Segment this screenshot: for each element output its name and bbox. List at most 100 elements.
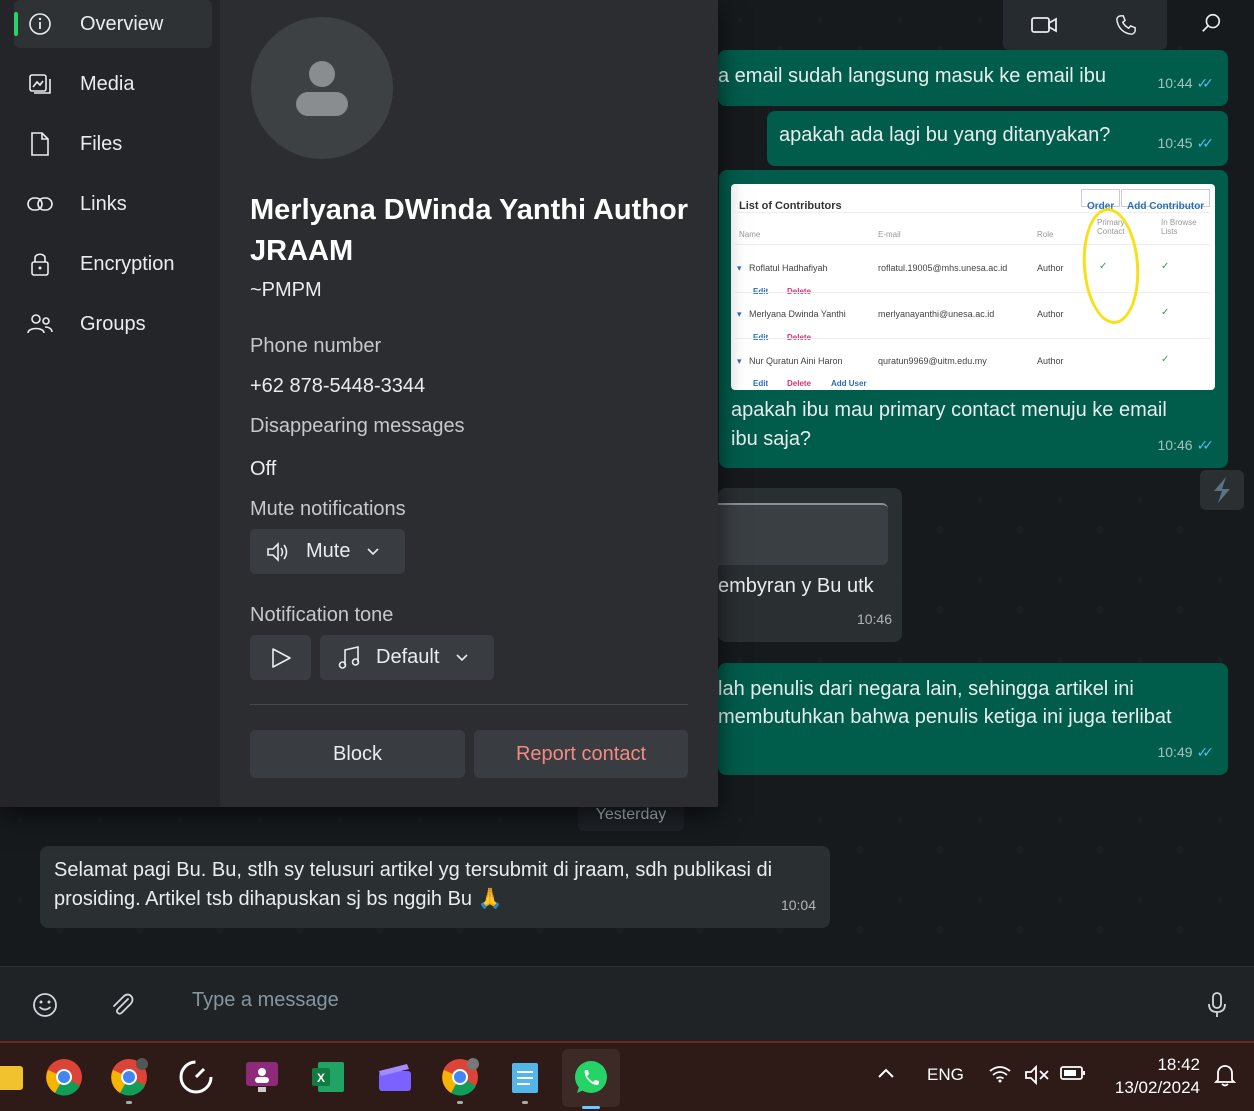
check-icon: ✓ (1161, 307, 1170, 318)
report-contact-button[interactable]: Report contact (474, 730, 688, 778)
message-bubble[interactable]: apakah ada lagi bu yang ditanyakan? 10:4… (767, 111, 1228, 166)
nav-item-files[interactable]: Files (14, 120, 212, 168)
nav-label: Encryption (80, 252, 175, 275)
volume-button[interactable] (1024, 1064, 1050, 1090)
table-cell: Author (1037, 263, 1064, 273)
video-camera-icon (1031, 17, 1057, 33)
contact-info-nav: Overview Media Files Links Encryption Gr… (0, 0, 220, 807)
speaker-icon (267, 541, 288, 562)
message-time: 10:04 (780, 897, 816, 913)
taskbar-app-meeting[interactable] (240, 1055, 284, 1099)
speaker-muted-icon (1025, 1064, 1049, 1086)
emoji-icon (33, 993, 57, 1017)
message-text: lah penulis dari negara lain, sehingga a… (718, 678, 1134, 700)
show-hidden-icons-button[interactable] (877, 1065, 895, 1085)
taskbar-app-speedtest[interactable] (174, 1055, 218, 1099)
taskbar-app-excel[interactable]: X (306, 1055, 350, 1099)
lock-icon (31, 253, 49, 276)
wifi-button[interactable] (988, 1065, 1012, 1088)
message-bubble[interactable]: lah penulis dari negara lain, sehingga a… (718, 663, 1228, 775)
table-cell: quratun9969@uitm.edu.my (878, 356, 987, 366)
message-time: 10:44 ✓✓ (1157, 69, 1214, 98)
nav-item-media[interactable]: Media (14, 60, 212, 108)
voice-call-button[interactable] (1085, 0, 1167, 50)
push-name: ~PMPM (250, 279, 322, 301)
phone-label: Phone number (250, 335, 382, 357)
tone-label: Notification tone (250, 604, 394, 626)
disappearing-value[interactable]: Off (250, 458, 276, 481)
search-button[interactable] (1186, 0, 1236, 46)
battery-icon (1060, 1066, 1085, 1080)
microphone-icon (1208, 992, 1226, 1017)
link-icon (27, 197, 53, 211)
default-avatar-icon (296, 61, 348, 116)
attach-button[interactable] (104, 987, 140, 1023)
table-cell: roflatul.19005@mhs.unesa.ac.id (878, 263, 1008, 273)
notifications-button[interactable] (1213, 1063, 1237, 1092)
check-icon: ✓ (1161, 354, 1170, 365)
file-icon (31, 132, 49, 156)
mute-value: Mute (306, 540, 351, 562)
bell-icon (1213, 1065, 1237, 1087)
add-contributor-button: Add Contributor (1121, 189, 1211, 212)
voice-message-button[interactable] (1199, 987, 1235, 1023)
forward-button[interactable] (1200, 470, 1244, 510)
phone-number[interactable]: +62 878-5448-3344 (250, 375, 425, 398)
contributors-screenshot[interactable]: List of Contributors Order Add Contribut… (731, 184, 1215, 390)
compose-bar: Type a message (0, 966, 1254, 1041)
message-bubble[interactable]: a email sudah langsung masuk ke email ib… (718, 50, 1228, 106)
taskbar-app-whatsapp[interactable] (562, 1049, 620, 1109)
nav-item-encryption[interactable]: Encryption (14, 240, 212, 288)
read-ticks-icon: ✓✓ (1196, 135, 1215, 151)
message-time: 10:45 ✓✓ (1157, 129, 1214, 158)
nav-item-groups[interactable]: Groups (14, 300, 212, 348)
message-bubble[interactable]: embyran y Bu utk 10:46 (718, 488, 902, 642)
battery-button[interactable] (1060, 1065, 1086, 1086)
mute-dropdown[interactable]: Mute (250, 529, 405, 574)
link-preview[interactable] (718, 503, 888, 565)
notepad-icon (512, 1063, 538, 1093)
media-icon (29, 74, 51, 94)
folder-icon (0, 1066, 23, 1090)
taskbar-app-file-explorer[interactable] (0, 1055, 30, 1099)
contact-info-panel: Overview Media Files Links Encryption Gr… (0, 0, 718, 807)
message-bubble[interactable]: Selamat pagi Bu. Bu, stlh sy telusuri ar… (40, 846, 830, 928)
read-ticks-icon: ✓✓ (1196, 744, 1215, 760)
video-call-button[interactable] (1003, 0, 1085, 50)
chevron-down-icon (367, 547, 380, 555)
taskbar-app-chrome[interactable] (42, 1055, 86, 1099)
taskbar-app-chrome-second[interactable] (438, 1055, 482, 1104)
phone-icon (1116, 15, 1136, 35)
avatar[interactable] (251, 17, 393, 159)
contact-name[interactable]: Merlyana DWinda Yanthi Author JRAAM (250, 190, 690, 272)
chrome-icon (111, 1058, 148, 1096)
taskbar-app-clipchamp[interactable] (373, 1055, 417, 1099)
tone-dropdown[interactable]: Default (320, 635, 494, 680)
search-icon (1202, 13, 1221, 32)
nav-item-overview[interactable]: Overview (14, 0, 212, 48)
image-message-bubble[interactable]: List of Contributors Order Add Contribut… (719, 170, 1228, 468)
card-title: List of Contributors (739, 200, 842, 212)
disappearing-label: Disappearing messages (250, 415, 465, 437)
taskbar-app-chrome-profile[interactable] (107, 1055, 151, 1104)
system-clock[interactable]: 18:42 13/02/2024 (1115, 1053, 1200, 1099)
language-indicator[interactable]: ENG (927, 1065, 964, 1085)
taskbar-app-notepad[interactable] (503, 1055, 547, 1104)
gauge-icon (179, 1060, 213, 1094)
clock-date: 13/02/2024 (1114, 1078, 1200, 1097)
nav-item-links[interactable]: Links (14, 180, 212, 228)
block-button[interactable]: Block (250, 730, 465, 778)
table-cell: merlyanayanthi@unesa.ac.id (878, 309, 995, 319)
message-input[interactable]: Type a message (192, 989, 339, 1012)
emoji-button[interactable] (27, 987, 63, 1023)
divider (250, 704, 688, 705)
play-tone-button[interactable] (250, 635, 311, 680)
tone-value: Default (376, 646, 440, 668)
message-time: 10:46 ✓✓ (1157, 431, 1214, 460)
delete-link: Delete (787, 379, 812, 388)
nav-label: Groups (80, 312, 146, 335)
message-text: membutuhkan bahwa penulis ketiga ini jug… (718, 706, 1172, 728)
read-ticks-icon: ✓✓ (1196, 437, 1215, 453)
clock-time: 18:42 (1157, 1055, 1200, 1074)
mute-label: Mute notifications (250, 498, 406, 520)
